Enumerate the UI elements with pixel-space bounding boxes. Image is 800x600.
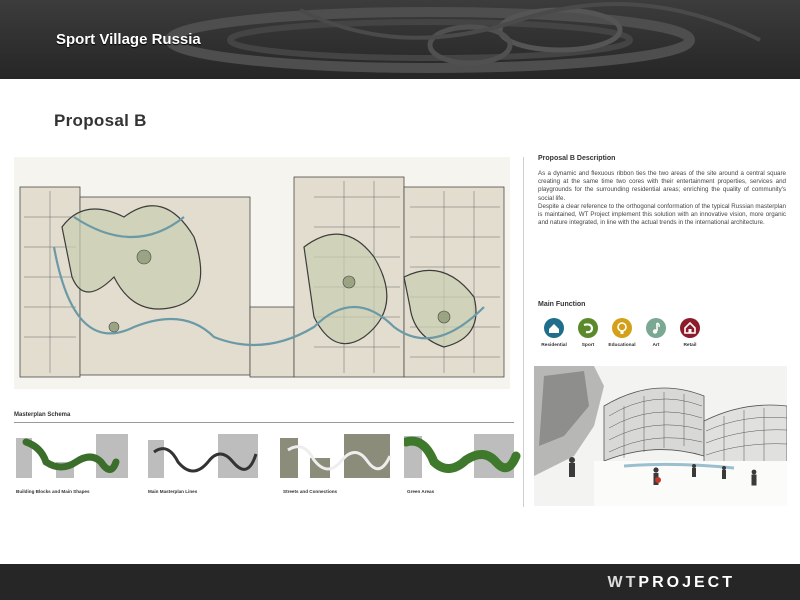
schema-green-areas [404,432,524,494]
schema-caption-green-areas: Green Areas [407,489,435,494]
music-note-icon [646,318,666,338]
brand-logo-project: PROJECT [638,574,735,591]
house-icon [544,318,564,338]
brand-logo-wt: WT [607,574,639,591]
schema-divider [14,422,514,423]
schema-caption-masterplan-lines: Main Masterplan Lines [148,489,198,494]
masterplan-drawing [14,157,510,389]
description-heading: Proposal B Description [538,155,616,162]
description-paragraph-2: Despite a clear reference to the orthogo… [538,202,786,227]
header-title: Sport Village Russia [56,31,201,48]
main-function-heading: Main Function [538,301,586,308]
sport-swoosh-icon [578,318,598,338]
footer-bar: WTPROJECT [0,564,800,600]
schema-heading: Masterplan Schema [14,412,71,418]
function-retail: Retail [670,318,710,348]
schema-streets-connections [280,432,400,494]
description-paragraph-1: As a dynamic and flexuous ribbon ties th… [538,170,786,202]
schema-caption-streets: Streets and Connections [283,489,338,494]
lightbulb-icon [612,318,632,338]
brand-logo: WTPROJECT [608,574,735,592]
plaza-rendering-image [534,366,787,506]
slide-title: Proposal B [54,111,147,130]
schema-masterplan-lines [148,432,268,494]
description-body: As a dynamic and flexuous ribbon ties th… [538,170,786,227]
header-bar: Sport Village Russia [0,0,800,79]
shop-house-icon [680,318,700,338]
column-divider [523,157,524,507]
schema-building-blocks [16,432,136,494]
function-label-retail: Retail [683,343,697,348]
schema-caption-building-blocks: Building Blocks and Main Shapes [16,489,90,494]
